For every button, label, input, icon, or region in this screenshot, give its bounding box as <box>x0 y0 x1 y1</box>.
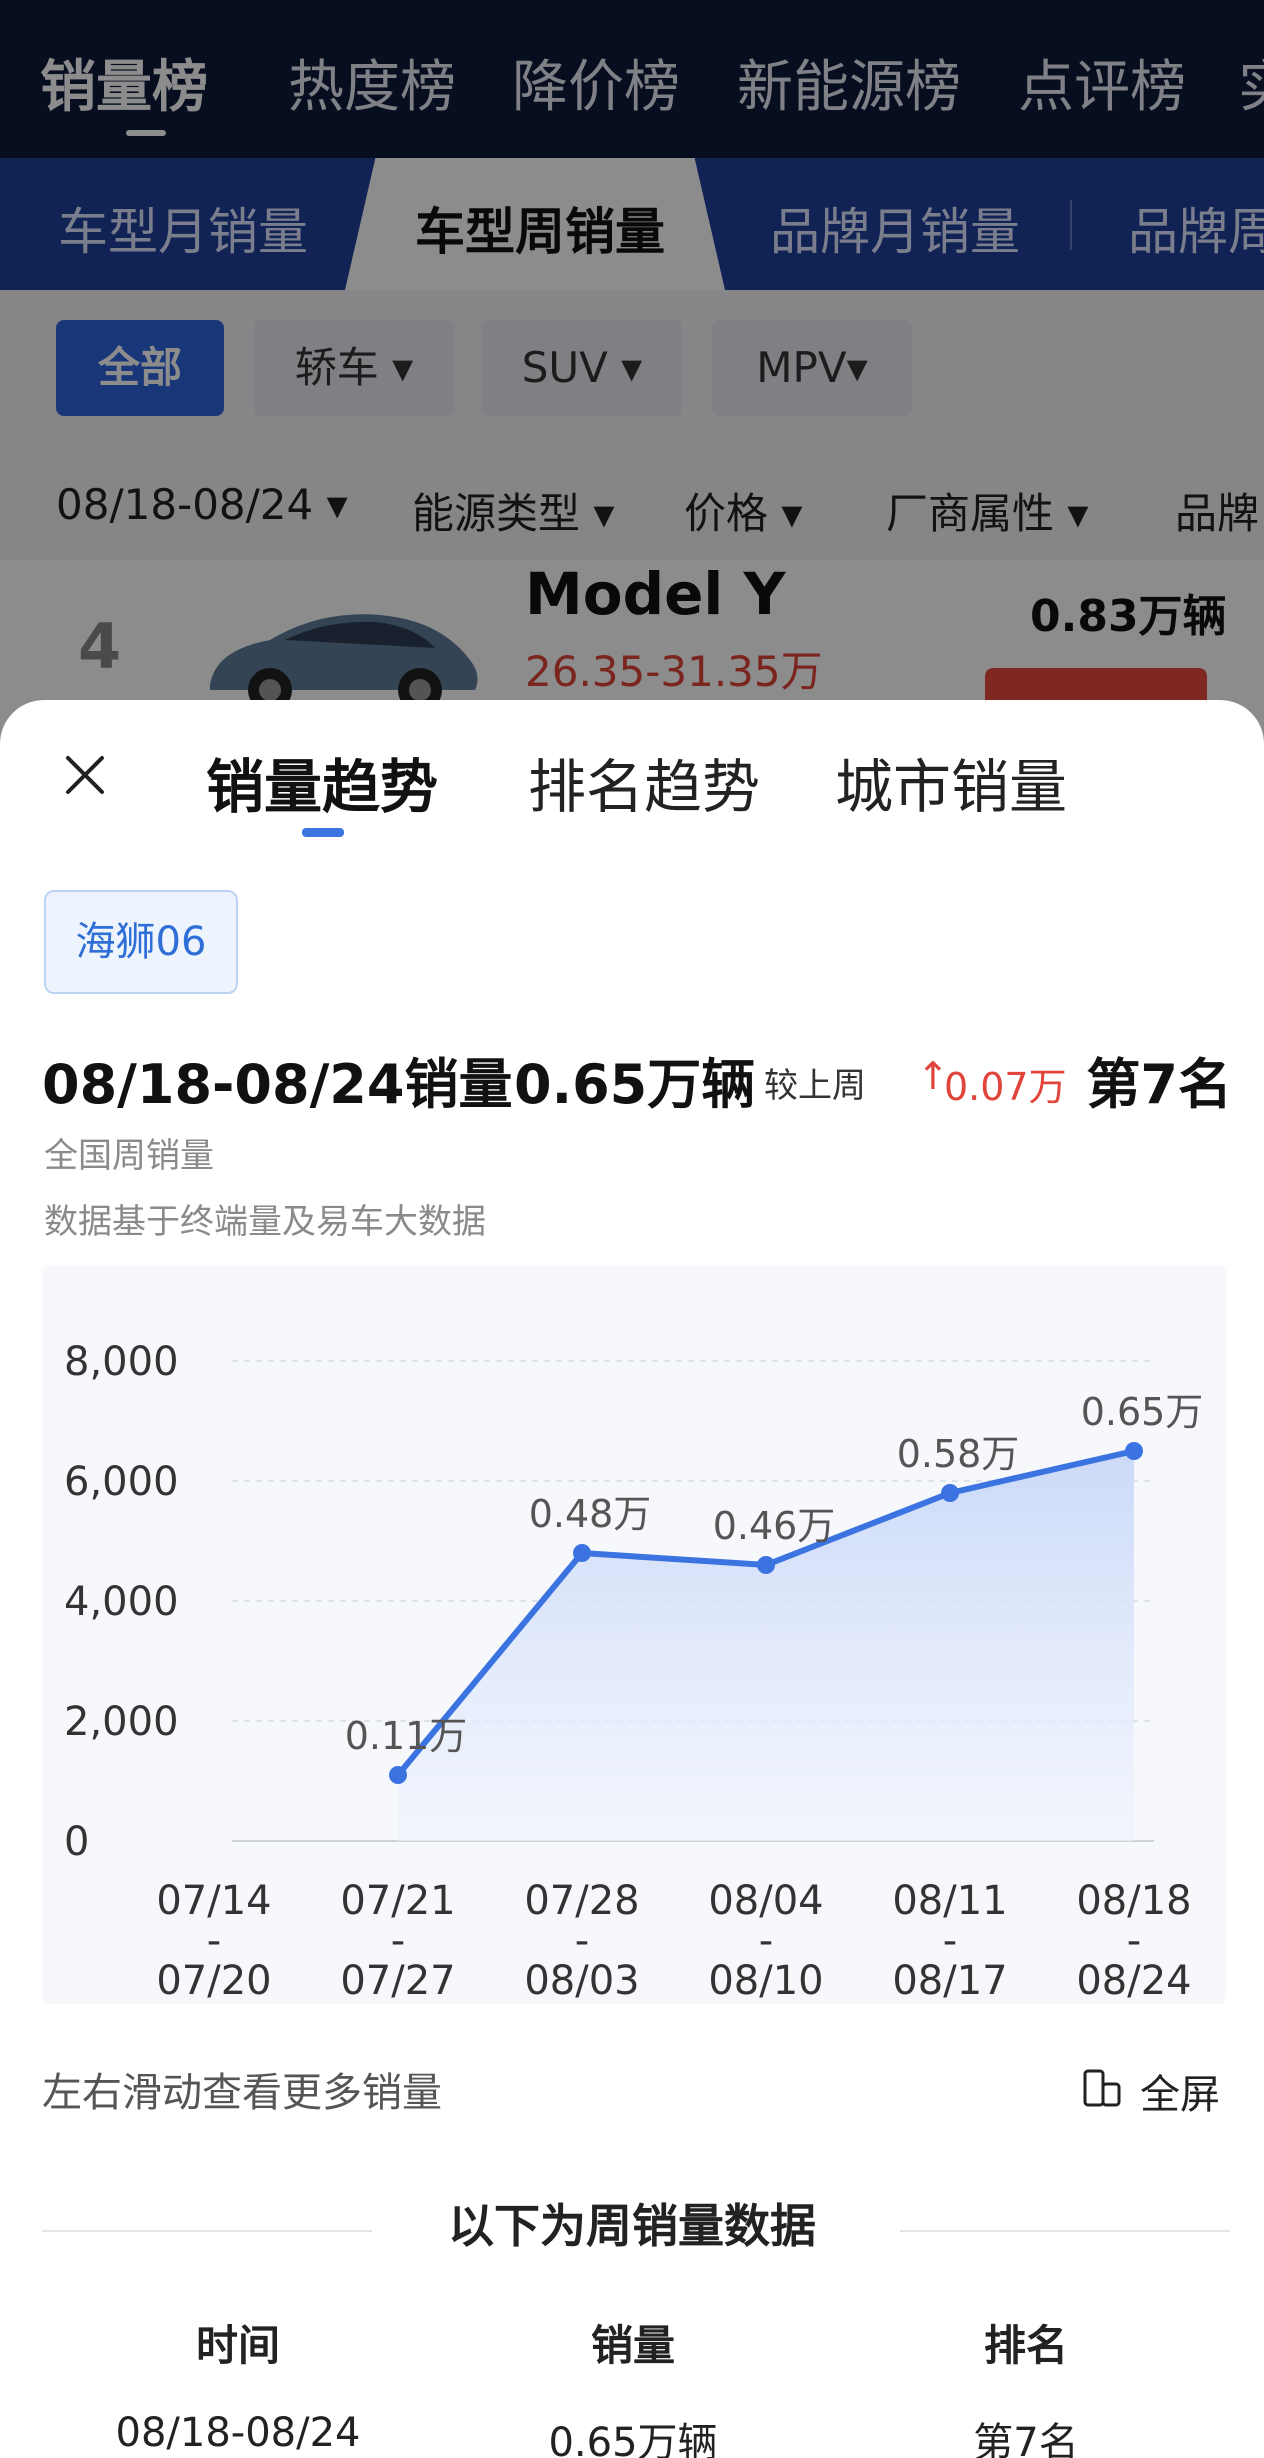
swipe-hint: 左右滑动查看更多销量 <box>42 2070 442 2116</box>
table-header-time: 时间 <box>195 2321 280 2370</box>
fullscreen-icon <box>1083 2069 1121 2107</box>
table-cell-rank: 第7名 <box>973 2420 1079 2458</box>
note-scope: 全国周销量 <box>44 1136 214 1176</box>
table-cell-time: 08/18-08/24 <box>115 2410 361 2456</box>
data-label: 0.48万 <box>529 1492 652 1536</box>
chart-svg: 8,0006,0004,0002,000007/14-07/2007/21-07… <box>64 1339 1204 2004</box>
fullscreen-label: 全屏 <box>1140 2072 1220 2118</box>
data-point <box>941 1484 959 1502</box>
sales-trend-sheet: 销量趋势 排名趋势 城市销量 海狮06 08/18-08/24销量 0.65万辆… <box>0 700 1264 2458</box>
summary-compare-label: 较上周 <box>764 1066 866 1106</box>
summary-value: 0.65万辆 <box>514 1053 756 1116</box>
tab-sales-trend[interactable]: 销量趋势 <box>206 740 438 824</box>
tab-active-indicator <box>302 828 344 837</box>
tab-rank-trend[interactable]: 排名趋势 <box>528 740 760 824</box>
data-label: 0.58万 <box>897 1432 1020 1476</box>
x-tick-label: 08/10 <box>708 1958 823 2004</box>
y-tick-label: 6,000 <box>64 1459 179 1505</box>
fullscreen-button[interactable]: 全屏 <box>1082 2062 1232 2118</box>
x-tick-label: 07/20 <box>156 1958 271 2004</box>
y-tick-label: 4,000 <box>64 1579 179 1625</box>
data-point <box>1125 1442 1143 1460</box>
x-tick-label: 07/27 <box>340 1958 455 2004</box>
tab-city-sales[interactable]: 城市销量 <box>835 740 1067 824</box>
table-header-sales: 销量 <box>590 2321 675 2370</box>
data-point <box>389 1766 407 1784</box>
y-tick-label: 0 <box>64 1819 89 1865</box>
data-label: 0.65万 <box>1081 1390 1204 1434</box>
summary-delta: 0.07万 <box>944 1065 1067 1109</box>
summary-period: 08/18-08/24销量 <box>42 1053 513 1116</box>
data-point <box>573 1544 591 1562</box>
x-tick-label: 08/17 <box>892 1958 1007 2004</box>
model-tag[interactable]: 海狮06 <box>44 890 238 994</box>
x-tick-label: 08/03 <box>524 1958 639 2004</box>
sales-trend-chart[interactable]: 8,000 6,000 4,000 2,000 0 07/14-07/20 07/21-07… <box>42 1266 1226 2004</box>
modal-backdrop[interactable] <box>0 0 1264 760</box>
section-divider-right <box>900 2230 1230 2232</box>
x-tick-label: 08/24 <box>1076 1958 1191 2004</box>
section-title: 以下为周销量数据 <box>448 2199 816 2253</box>
data-label: 0.46万 <box>713 1504 836 1548</box>
table-header-rank: 排名 <box>983 2321 1068 2370</box>
close-icon[interactable] <box>60 750 110 800</box>
note-source: 数据基于终端量及易车大数据 <box>44 1202 486 1242</box>
y-tick-label: 8,000 <box>64 1339 179 1385</box>
summary-rank: 第7名 <box>1086 1053 1232 1116</box>
y-tick-label: 2,000 <box>64 1699 179 1745</box>
sales-summary: 08/18-08/24销量 0.65万辆 较上周 ↑ 0.07万 第7名 <box>42 1040 1232 1120</box>
table-cell-sales: 0.65万辆 <box>548 2420 718 2458</box>
data-point <box>757 1556 775 1574</box>
data-label: 0.11万 <box>345 1714 468 1758</box>
